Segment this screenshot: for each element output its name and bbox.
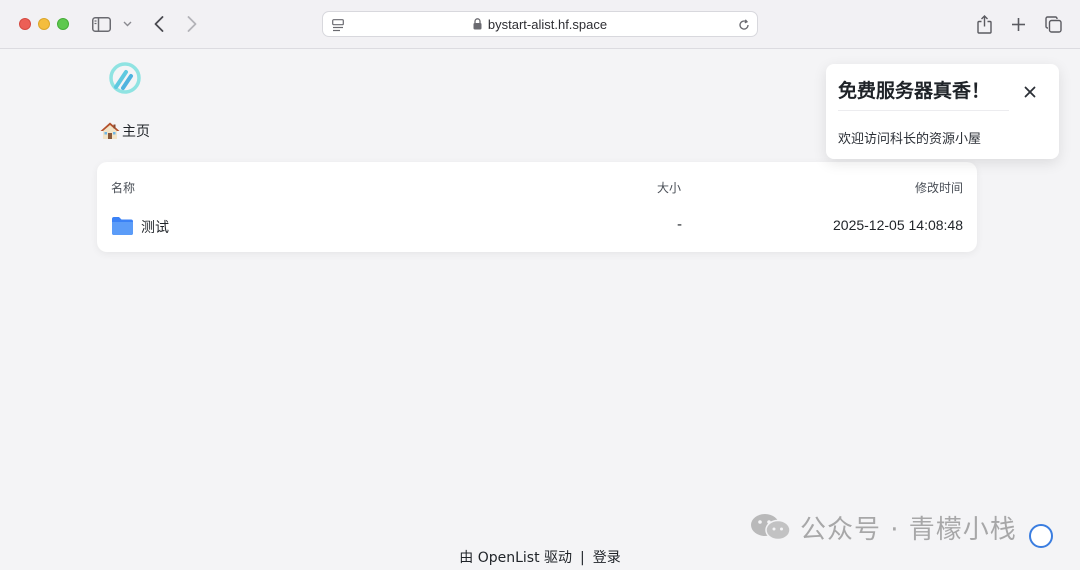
watermark-text: 公众号 · 青檬小栈	[800, 514, 1017, 545]
tab-overview-icon[interactable]	[1043, 14, 1063, 34]
reload-icon[interactable]	[737, 18, 751, 32]
footer: 由 OpenList 驱动 | 登录	[0, 547, 1080, 567]
folder-icon	[111, 216, 134, 236]
home-icon[interactable]	[100, 121, 120, 141]
page-content: 主页 名称 大小 修改时间 测试 - 2025-12-05 14:08:48 免…	[0, 50, 1080, 570]
floating-action-button[interactable]	[1029, 524, 1053, 548]
file-name[interactable]: 测试	[141, 217, 169, 237]
back-icon[interactable]	[150, 14, 168, 34]
close-window-button[interactable]	[19, 18, 31, 30]
new-tab-icon[interactable]	[1008, 14, 1028, 34]
notification-divider	[838, 110, 1009, 111]
column-name-header[interactable]: 名称	[111, 179, 135, 196]
footer-separator: |	[580, 550, 585, 566]
close-icon[interactable]	[1021, 83, 1039, 101]
file-list: 名称 大小 修改时间 测试 - 2025-12-05 14:08:48	[97, 162, 977, 252]
file-size: -	[676, 217, 682, 233]
address-bar[interactable]: bystart-alist.hf.space	[322, 11, 758, 37]
file-modified-time: 2025-12-05 14:08:48	[833, 217, 963, 233]
powered-by-text[interactable]: 由 OpenList 驱动	[459, 547, 572, 567]
browser-window: bystart-alist.hf.space 主页 名称 大小 修改时间 测试 …	[0, 0, 1080, 570]
browser-toolbar: bystart-alist.hf.space	[0, 0, 1080, 49]
url-text[interactable]: bystart-alist.hf.space	[323, 12, 757, 38]
notification-title: 免费服务器真香！	[838, 80, 991, 102]
watermark: 公众号 · 青檬小栈	[750, 512, 1017, 545]
openlist-logo-icon[interactable]	[107, 60, 143, 96]
notification-body: 欢迎访问科长的资源小屋	[838, 132, 982, 147]
share-icon[interactable]	[974, 13, 994, 35]
column-size-header[interactable]: 大小	[657, 179, 681, 196]
login-link[interactable]: 登录	[593, 547, 621, 567]
breadcrumb: 主页	[100, 120, 150, 142]
notification-popup: 免费服务器真香！ 欢迎访问科长的资源小屋	[826, 64, 1059, 159]
column-modified-header[interactable]: 修改时间	[915, 179, 963, 196]
lock-icon	[473, 13, 482, 39]
wechat-icon	[750, 512, 792, 542]
breadcrumb-home[interactable]: 主页	[122, 121, 150, 141]
table-row[interactable]: 测试 - 2025-12-05 14:08:48	[97, 206, 977, 246]
sidebar-toggle-icon[interactable]	[91, 14, 111, 34]
url-label: bystart-alist.hf.space	[487, 17, 608, 32]
minimize-window-button[interactable]	[38, 18, 50, 30]
chevron-down-icon[interactable]	[121, 18, 133, 30]
zoom-window-button[interactable]	[57, 18, 69, 30]
forward-icon[interactable]	[183, 14, 201, 34]
